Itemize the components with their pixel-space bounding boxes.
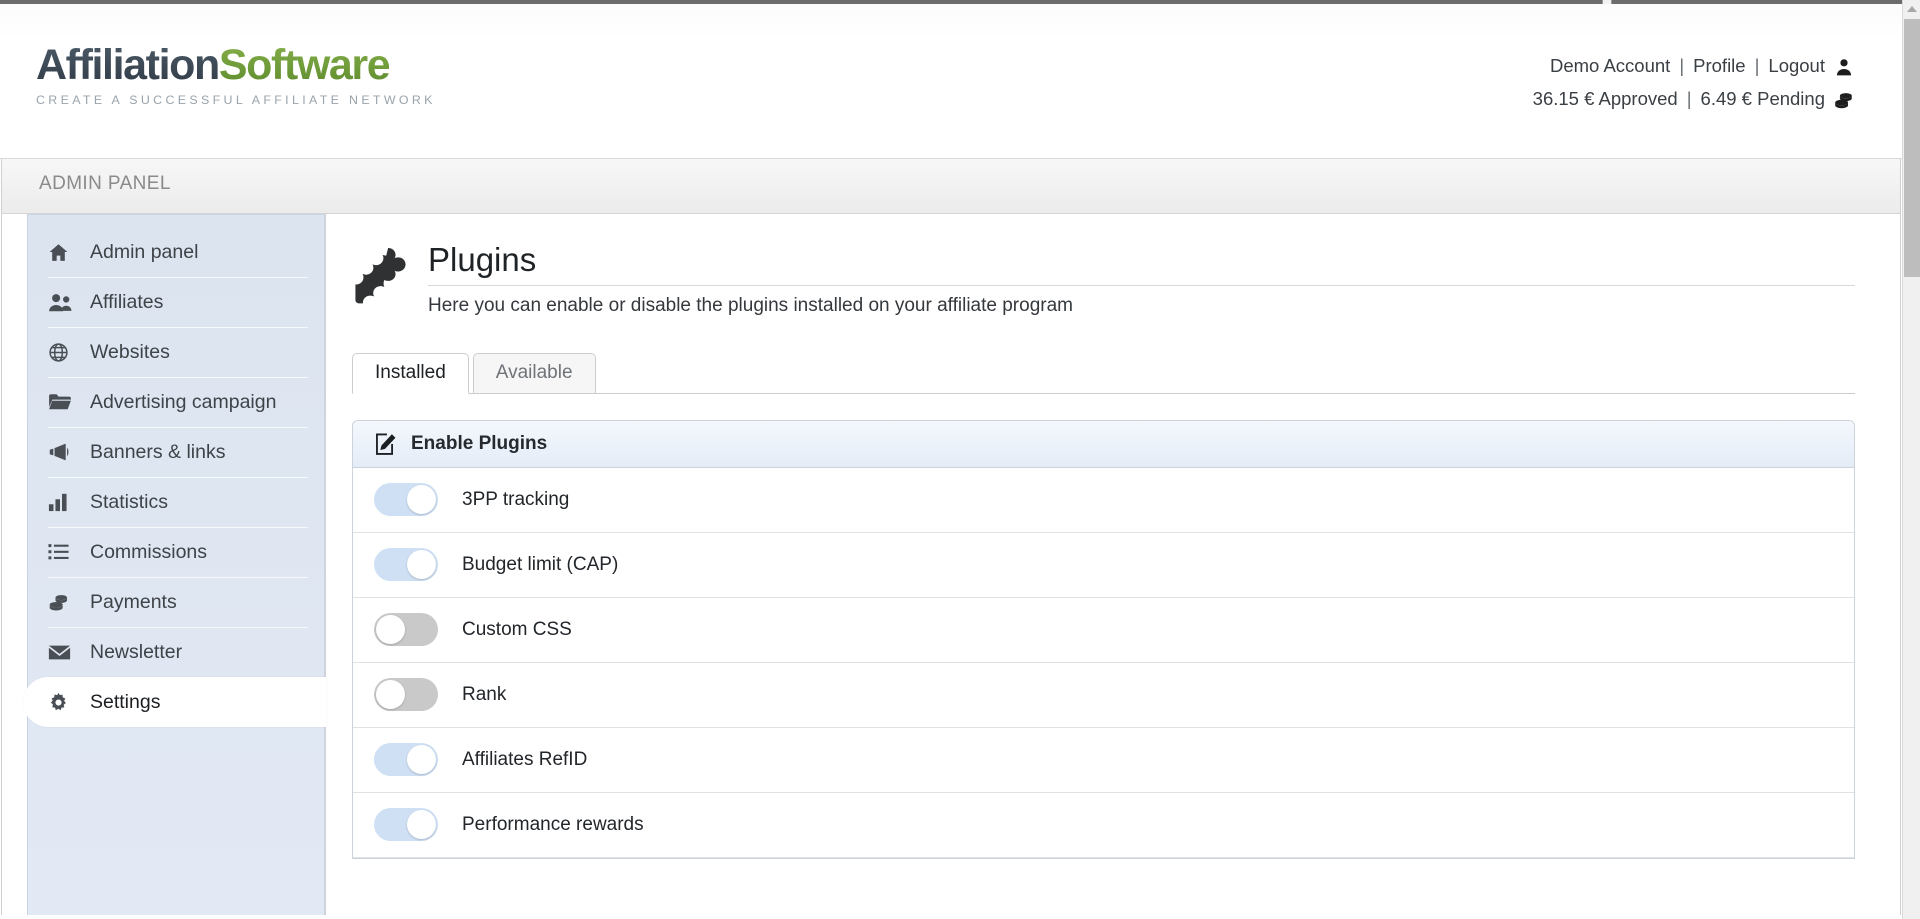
megaphone-icon [48, 441, 80, 463]
user-icon [1834, 55, 1854, 77]
coins-icon [48, 591, 80, 613]
logo-text-secondary: Software [218, 41, 391, 89]
sidebar-item-label: Statistics [90, 490, 169, 513]
users-icon [48, 291, 80, 313]
chevron-up-icon[interactable] [1903, 0, 1920, 18]
sidebar-item-label: Admin panel [90, 240, 199, 263]
plugin-label: Affiliates RefID [462, 748, 588, 770]
plugin-toggle-performance-rewards[interactable] [374, 808, 438, 842]
sidebar-item-label: Banners & links [90, 440, 226, 463]
home-icon [48, 241, 80, 263]
plugins-panel-header-label: Enable Plugins [411, 432, 548, 454]
sidebar: Admin panel Affiliates Websites Advertis… [23, 214, 326, 915]
sidebar-nav-list: Admin panel Affiliates Websites Advertis… [23, 215, 326, 727]
account-separator-1: | [1679, 55, 1685, 76]
account-name[interactable]: Demo Account [1550, 49, 1670, 82]
toggle-knob [407, 550, 436, 580]
sidebar-item-label: Settings [90, 690, 161, 713]
sidebar-item-label: Newsletter [90, 640, 183, 663]
logo-wordmark: AffiliationSoftware [36, 44, 436, 87]
toggle-knob [407, 745, 436, 775]
edit-document-icon [373, 432, 399, 456]
puzzle-piece-icon [352, 246, 412, 304]
plugin-row: Budget limit (CAP) [353, 532, 1854, 598]
sidebar-item-payments[interactable]: Payments [28, 577, 324, 627]
page-title-divider [428, 284, 1855, 286]
logout-link[interactable]: Logout [1768, 49, 1825, 82]
page-title: Plugins [428, 241, 537, 278]
list-icon [48, 541, 80, 563]
balance-separator: | [1686, 88, 1692, 109]
toggle-knob [376, 615, 405, 645]
tabs-bar: Installed Available [352, 352, 1855, 394]
toggle-knob [376, 680, 405, 710]
sidebar-item-websites[interactable]: Websites [28, 327, 324, 377]
plugin-toggle-affiliates-refid[interactable] [374, 743, 438, 777]
plugin-toggle-budget-limit-cap[interactable] [374, 548, 438, 582]
plugins-panel-header: Enable Plugins [353, 420, 1854, 468]
plugin-toggle-custom-css[interactable] [374, 613, 438, 647]
globe-icon [48, 341, 80, 363]
sidebar-item-label: Websites [90, 340, 170, 363]
content-area: Plugins Here you can enable or disable t… [325, 214, 1900, 915]
plugin-toggle-3pp-tracking[interactable] [374, 483, 438, 517]
plugin-row: Performance rewards [353, 792, 1854, 858]
pending-amount: 6.49 € Pending [1700, 88, 1825, 109]
sidebar-item-commissions[interactable]: Commissions [28, 527, 324, 577]
profile-link[interactable]: Profile [1693, 49, 1745, 82]
admin-panel-label: ADMIN PANEL [39, 173, 171, 194]
gear-icon [48, 691, 80, 713]
plugin-row: 3PP tracking [353, 467, 1854, 533]
sidebar-item-admin-panel[interactable]: Admin panel [28, 227, 324, 277]
plugins-panel: Enable Plugins 3PP tracking Budget limit… [352, 419, 1855, 859]
sidebar-item-label: Commissions [90, 540, 208, 563]
sidebar-item-settings[interactable]: Settings [23, 677, 326, 727]
body-region: Admin panel Affiliates Websites Advertis… [1, 214, 1901, 915]
page-header-text: Plugins Here you can enable or disable t… [428, 241, 1855, 317]
account-info: Demo Account | Profile | Logout 36.15 € … [1533, 49, 1854, 115]
admin-panel-strip: ADMIN PANEL [1, 159, 1901, 214]
vertical-scrollbar[interactable] [1902, 0, 1920, 919]
sidebar-item-statistics[interactable]: Statistics [28, 477, 324, 527]
plugin-label: Custom CSS [462, 618, 572, 640]
page-viewport: AffiliationSoftware CREATE A SUCCESSFUL … [0, 4, 1902, 919]
tab-available[interactable]: Available [472, 352, 596, 394]
sidebar-item-label: Payments [90, 590, 177, 613]
page-subtitle: Here you can enable or disable the plugi… [428, 294, 1073, 316]
plugin-toggle-rank[interactable] [374, 678, 438, 712]
account-links-row: Demo Account | Profile | Logout [1533, 49, 1854, 82]
approved-amount: 36.15 € Approved [1532, 88, 1678, 109]
sidebar-item-affiliates[interactable]: Affiliates [28, 277, 324, 327]
plugin-label: 3PP tracking [462, 488, 570, 510]
bar-chart-icon [48, 491, 80, 513]
account-separator-2: | [1754, 55, 1760, 76]
plugin-label: Budget limit (CAP) [462, 553, 619, 575]
plugin-row: Rank [353, 662, 1854, 728]
toggle-knob [407, 810, 436, 840]
sidebar-item-newsletter[interactable]: Newsletter [28, 627, 324, 677]
coins-icon [1834, 88, 1854, 110]
sidebar-item-banners-links[interactable]: Banners & links [28, 427, 324, 477]
folder-icon [48, 391, 80, 413]
logo-text-primary: Affiliation [36, 41, 220, 89]
site-logo[interactable]: AffiliationSoftware CREATE A SUCCESSFUL … [36, 44, 436, 108]
toggle-knob [407, 485, 436, 515]
site-header: AffiliationSoftware CREATE A SUCCESSFUL … [0, 4, 1902, 159]
plugin-row: Custom CSS [353, 597, 1854, 663]
sidebar-item-label: Affiliates [90, 290, 164, 313]
envelope-icon [48, 641, 80, 663]
scrollbar-thumb[interactable] [1904, 19, 1920, 277]
sidebar-item-advertising-campaign[interactable]: Advertising campaign [28, 377, 324, 427]
plugin-row: Affiliates RefID [353, 727, 1854, 793]
sidebar-item-label: Advertising campaign [90, 390, 277, 413]
plugin-label: Rank [462, 683, 507, 705]
page-header: Plugins Here you can enable or disable t… [352, 234, 1855, 317]
logo-tagline: CREATE A SUCCESSFUL AFFILIATE NETWORK [36, 93, 436, 107]
tab-installed[interactable]: Installed [352, 352, 469, 394]
plugin-label: Performance rewards [462, 813, 644, 835]
account-balance-row: 36.15 € Approved | 6.49 € Pending [1533, 82, 1854, 115]
